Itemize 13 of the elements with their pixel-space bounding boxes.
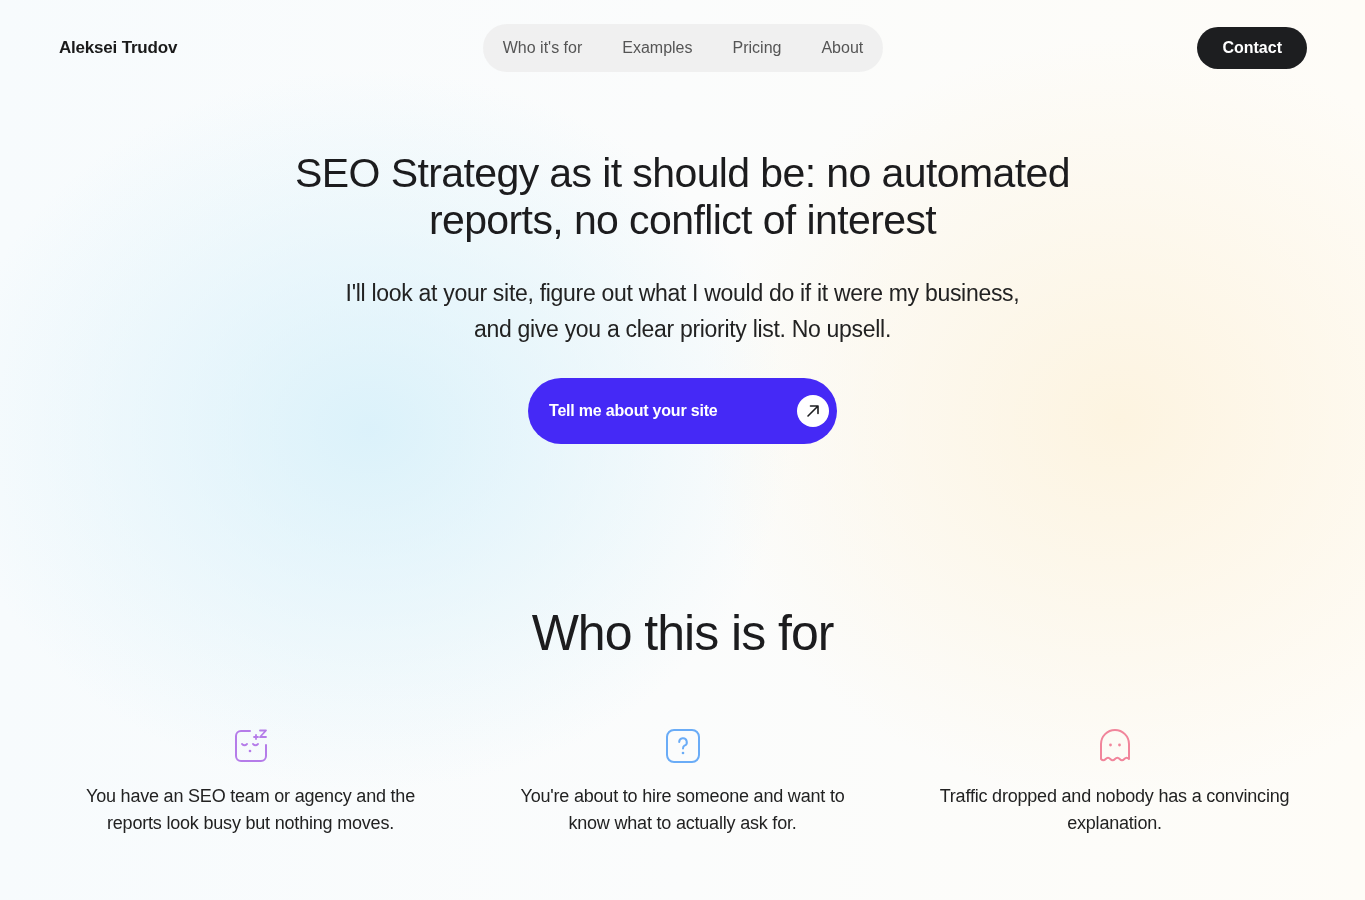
cta-button[interactable]: Tell me about your site bbox=[528, 378, 837, 444]
audience-description: Traffic dropped and nobody has a convincing explanation. bbox=[938, 785, 1291, 835]
nav-link[interactable]: About bbox=[801, 39, 884, 57]
site-logo[interactable]: Aleksei Trudov bbox=[59, 38, 178, 57]
section-heading: Who this is for bbox=[531, 604, 834, 663]
nav-link[interactable]: Pricing bbox=[712, 39, 802, 57]
audience-description: You have an SEO team or agency and the reports look busy but nothing moves. bbox=[85, 785, 416, 835]
audience-description: You're about to hire someone and want to know what to actually ask for. bbox=[519, 785, 846, 835]
nav-link[interactable]: Who it's for bbox=[482, 39, 603, 57]
contact-button[interactable]: Contact bbox=[1197, 27, 1307, 69]
nav-link[interactable]: Examples bbox=[602, 39, 713, 57]
hero-subtitle: I'll look at your site, figure out what I would do if it were my business, and give you a clear priority list. No upsell. bbox=[344, 279, 1021, 344]
hero-title: SEO Strategy as it should be: no automated reports, no conflict of interest bbox=[294, 150, 1071, 244]
